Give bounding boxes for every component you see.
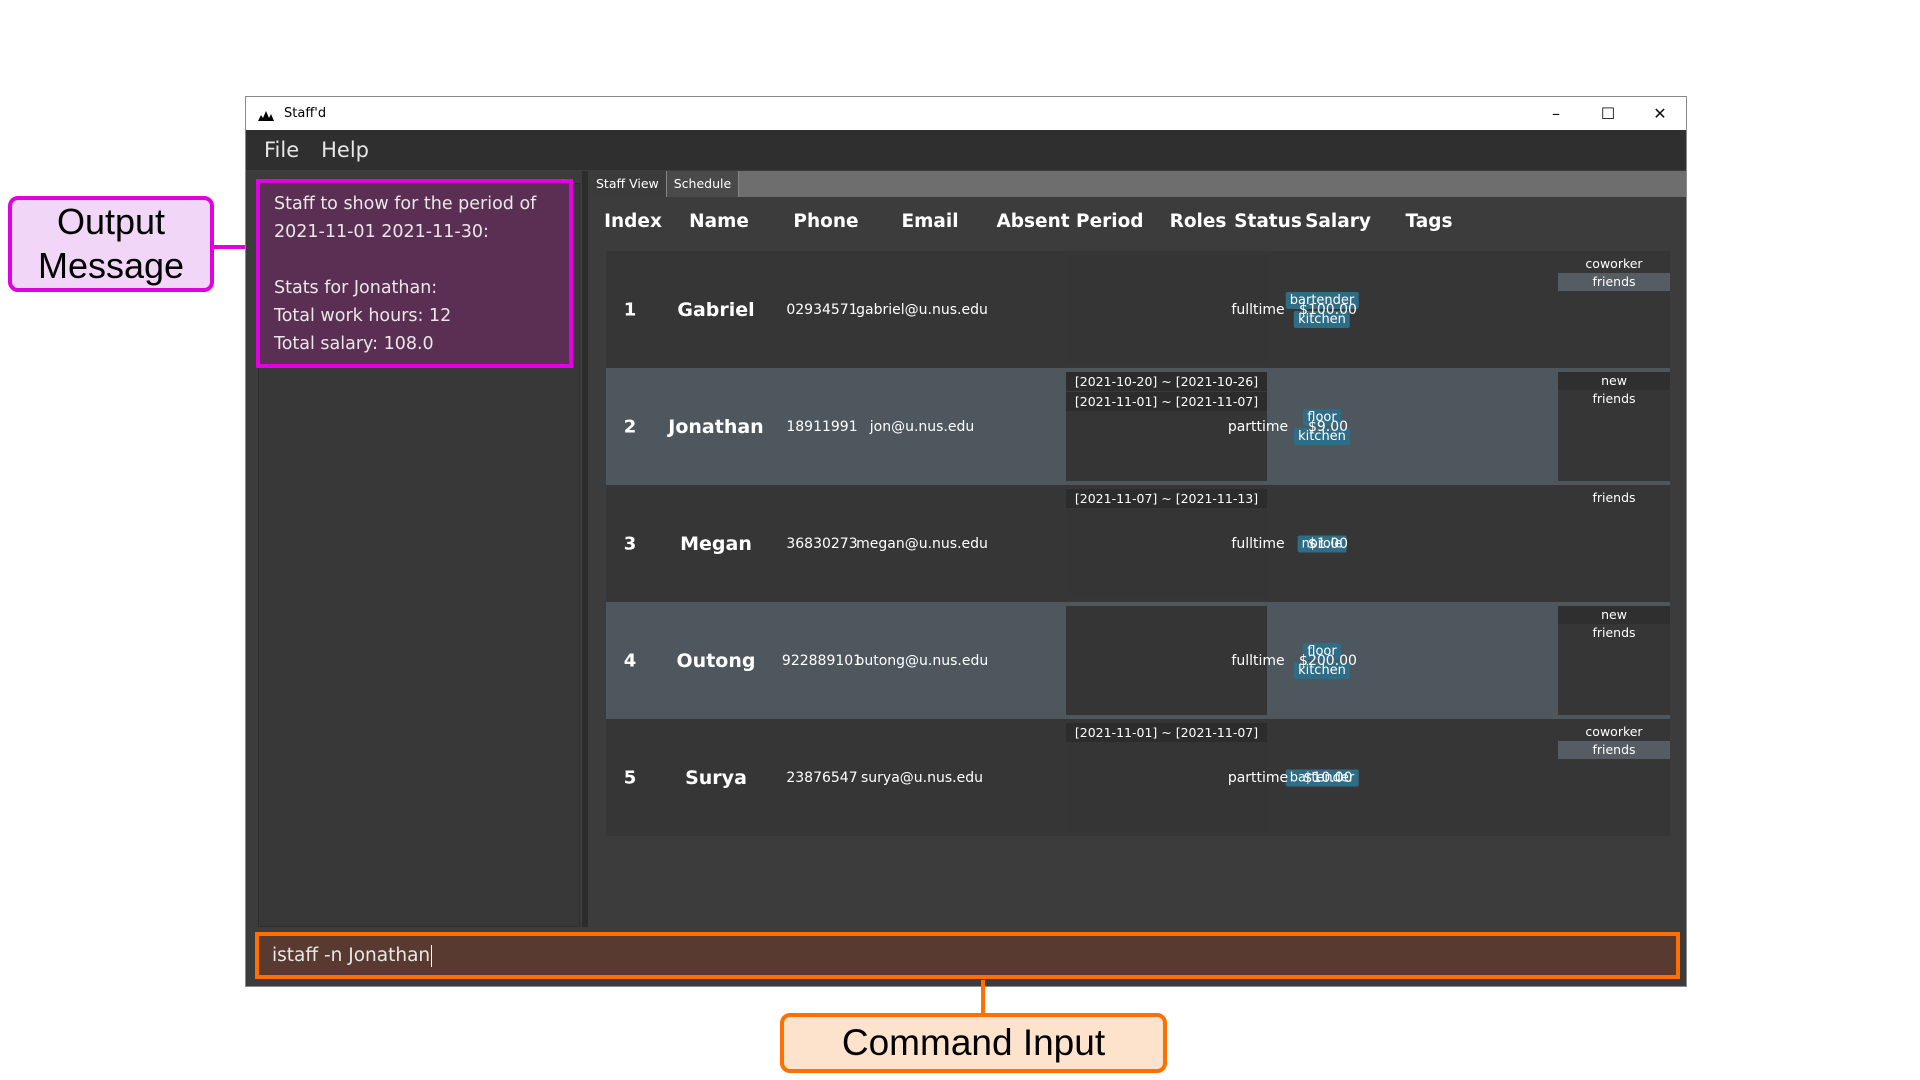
menu-bar: File Help [246, 130, 1686, 170]
maximize-button[interactable]: ☐ [1582, 97, 1634, 130]
staff-phone: 18911991 [786, 418, 858, 435]
staff-name: Megan [680, 532, 752, 555]
column-header-name: Name [689, 211, 749, 232]
tags-list: coworker friends [1558, 723, 1670, 832]
tag-item: coworker [1585, 256, 1643, 271]
app-window: Staff'd – ☐ ✕ File Help Staff to show fo… [245, 96, 1687, 987]
table-row[interactable]: 3 Megan 36830273 megan@u.nus.edu [2021-11-07… [606, 485, 1670, 602]
staff-phone: 922889101 [781, 652, 863, 669]
staff-name: Outong [676, 649, 756, 672]
absent-period-item: [2021-11-01] ~ [2021-11-07] [1066, 723, 1267, 742]
absent-period-item: [2021-11-07] ~ [2021-11-13] [1066, 489, 1267, 508]
staff-salary: $1.00 [1307, 535, 1349, 552]
tags-list: new friends [1558, 372, 1670, 481]
column-header-absent-period: Absent Period [996, 211, 1144, 232]
tags-list: new friends [1558, 606, 1670, 715]
window-title: Staff'd [284, 106, 327, 121]
table-row[interactable]: 1 Gabriel 02934571 gabriel@u.nus.edu bartend… [606, 251, 1670, 368]
menu-help[interactable]: Help [321, 138, 369, 162]
staff-email: gabriel@u.nus.edu [856, 301, 988, 318]
tag-item: coworker [1585, 724, 1643, 739]
staff-name: Surya [685, 766, 747, 789]
text-caret [431, 945, 433, 967]
staff-salary: $100.00 [1299, 301, 1357, 318]
tag-item: friends [1592, 391, 1636, 406]
tags-list: friends [1558, 489, 1670, 598]
output-callout-line-1: Output [56, 201, 166, 242]
staff-phone: 23876547 [786, 769, 858, 786]
tab-staff-view[interactable]: Staff View [589, 171, 667, 197]
panel-splitter[interactable] [582, 171, 588, 927]
command-input[interactable]: istaff -n Jonathan [255, 932, 1680, 979]
absent-period-item: [2021-11-01] ~ [2021-11-07] [1066, 391, 1267, 411]
column-header-roles: Roles [1169, 211, 1227, 232]
column-header-status: Status [1234, 211, 1302, 232]
column-header-salary: Salary [1305, 211, 1371, 232]
staff-index: 3 [623, 533, 637, 554]
staff-salary: $10.00 [1303, 769, 1353, 786]
staff-email: outong@u.nus.edu [855, 652, 989, 669]
absent-period-item: [2021-10-20] ~ [2021-10-26] [1066, 372, 1267, 391]
tag-item: friends [1558, 273, 1670, 291]
staff-panel: Staff View Schedule Index Name Phone Email A… [589, 171, 1686, 927]
title-bar[interactable]: Staff'd – ☐ ✕ [246, 97, 1686, 130]
staff-index: 2 [623, 416, 637, 437]
staff-index: 4 [623, 650, 637, 671]
staff-name: Jonathan [668, 415, 764, 438]
staff-index: 1 [623, 299, 637, 320]
menu-file[interactable]: File [264, 138, 299, 162]
table-row[interactable]: 4 Outong 922889101 outong@u.nus.edu floor kit… [606, 602, 1670, 719]
staff-email: surya@u.nus.edu [861, 769, 983, 786]
result-display: Staff to show for the period of 2021-11-… [256, 179, 573, 368]
app-icon [258, 107, 276, 121]
column-header-index: Index [604, 211, 662, 232]
column-header-phone: Phone [793, 211, 859, 232]
output-message-callout: Output Message [8, 196, 214, 292]
table-row[interactable]: 5 Surya 23876547 surya@u.nus.edu [2021-11-01… [606, 719, 1670, 836]
tag-item: new [1558, 372, 1670, 390]
staff-index: 5 [623, 767, 637, 788]
column-header-email: Email [901, 211, 959, 232]
staff-salary: $9.00 [1307, 418, 1349, 435]
tab-bar: Staff View Schedule [589, 171, 1686, 197]
staff-status: parttime [1227, 418, 1289, 435]
tab-schedule[interactable]: Schedule [666, 171, 740, 197]
close-button[interactable]: ✕ [1634, 97, 1686, 130]
tag-item: friends [1592, 625, 1636, 640]
staff-email: jon@u.nus.edu [869, 418, 975, 435]
staff-status: fulltime [1231, 652, 1285, 669]
staff-phone: 36830273 [786, 535, 858, 552]
staff-status: fulltime [1231, 535, 1285, 552]
tag-item: new [1558, 606, 1670, 624]
command-area: istaff -n Jonathan [246, 927, 1686, 986]
staff-phone: 02934571 [786, 301, 858, 318]
table-row[interactable]: 2 Jonathan 18911991 jon@u.nus.edu [2021-10-2… [606, 368, 1670, 485]
staff-status: parttime [1227, 769, 1289, 786]
column-header-tags: Tags [1405, 211, 1453, 232]
command-text: istaff -n Jonathan [272, 945, 431, 966]
staff-status: fulltime [1231, 301, 1285, 318]
staff-salary: $200.00 [1299, 652, 1357, 669]
minimize-button[interactable]: – [1530, 97, 1582, 130]
output-callout-line-2: Message [37, 245, 185, 286]
staff-email: megan@u.nus.edu [856, 535, 988, 552]
tag-item: friends [1558, 741, 1670, 759]
tags-list: coworker friends [1558, 255, 1670, 364]
staff-name: Gabriel [677, 298, 755, 321]
command-input-callout: Command Input [780, 1013, 1167, 1073]
command-connector [981, 980, 985, 1014]
tag-item: friends [1592, 490, 1636, 505]
